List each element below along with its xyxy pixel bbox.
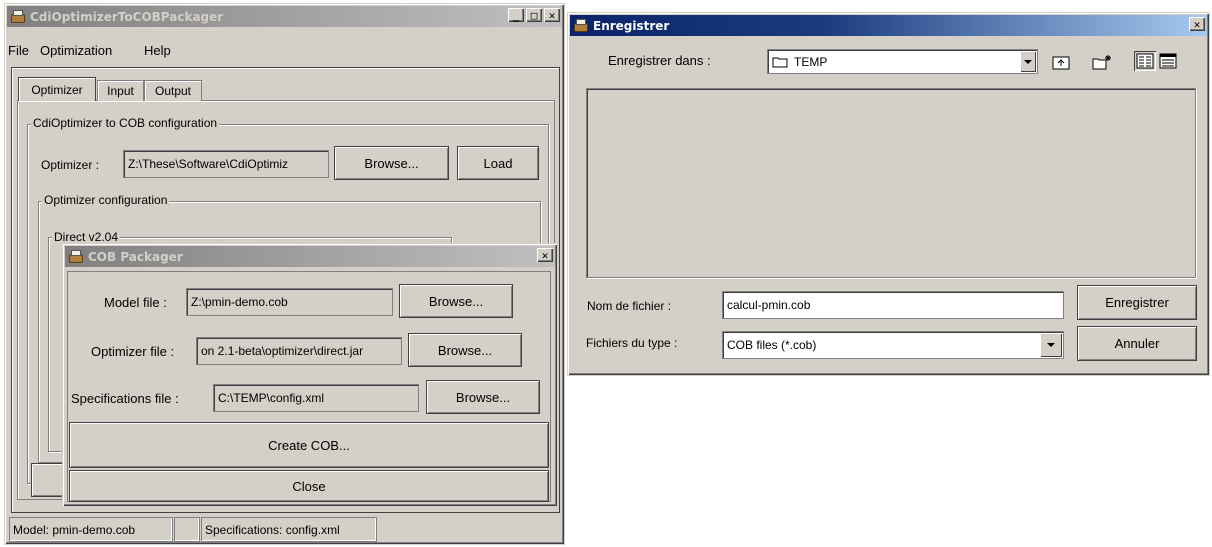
status-empty — [174, 517, 200, 542]
close-icon[interactable]: ✕ — [544, 8, 560, 22]
cob-titlebar[interactable]: COB Packager ✕ — [65, 246, 555, 267]
specifications-file-field[interactable]: C:\TEMP\config.xml — [213, 384, 419, 412]
save-button[interactable]: Enregistrer — [1077, 285, 1197, 320]
model-browse-button[interactable]: Browse... — [399, 284, 513, 318]
menu-file[interactable]: File — [8, 43, 29, 58]
filename-input[interactable]: calcul-pmin.cob — [722, 291, 1064, 319]
optimizer-browse-button[interactable]: Browse... — [334, 146, 449, 180]
java-coffee-icon — [68, 249, 84, 265]
specifications-file-label: Specifications file : — [71, 391, 179, 406]
main-titlebar[interactable]: CdiOptimizerToCOBPackager _ □ ✕ — [7, 6, 562, 27]
model-file-field[interactable]: Z:\pmin-demo.cob — [186, 288, 393, 316]
filetype-select[interactable]: COB files (*.cob) — [722, 331, 1064, 359]
minimize-icon[interactable]: _ — [508, 8, 524, 22]
create-cob-button[interactable]: Create COB... — [69, 422, 549, 468]
maximize-icon[interactable]: □ — [526, 8, 542, 22]
filetype-label: Fichiers du type : — [586, 336, 678, 350]
cancel-button[interactable]: Annuler — [1077, 326, 1197, 361]
optimizer-file-label: Optimizer file : — [91, 344, 175, 359]
chevron-down-icon[interactable] — [1040, 333, 1062, 357]
model-file-label: Model file : — [104, 295, 167, 310]
status-specifications: Specifications: config.xml — [201, 517, 377, 542]
file-list[interactable] — [586, 88, 1196, 278]
main-window-title: CdiOptimizerToCOBPackager — [30, 9, 224, 24]
details-view-icon[interactable] — [1157, 51, 1179, 71]
optimizer-file-browse-button[interactable]: Browse... — [408, 333, 522, 367]
filetype-value: COB files (*.cob) — [727, 338, 817, 352]
save-titlebar[interactable]: Enregistrer ✕ — [570, 15, 1207, 36]
tab-output[interactable]: Output — [144, 80, 202, 101]
specifications-browse-button[interactable]: Browse... — [426, 380, 540, 414]
close-icon[interactable]: ✕ — [537, 248, 553, 262]
save-dialog-title: Enregistrer — [593, 18, 670, 33]
direct-group-title: Direct v2.04 — [52, 230, 121, 244]
close-icon[interactable]: ✕ — [1189, 17, 1205, 31]
status-model: Model: pmin-demo.cob — [9, 517, 173, 542]
java-coffee-icon — [10, 9, 26, 25]
close-button[interactable]: Close — [69, 470, 549, 502]
optimizer-file-field[interactable]: on 2.1-beta\optimizer\direct.jar — [196, 337, 402, 365]
folder-icon — [772, 57, 788, 67]
filename-label: Nom de fichier : — [587, 299, 672, 313]
optimizer-config-title: Optimizer configuration — [42, 193, 170, 207]
new-folder-icon[interactable] — [1091, 52, 1113, 72]
save-in-label: Enregistrer dans : — [608, 53, 711, 68]
optimizer-load-button[interactable]: Load — [457, 146, 539, 180]
cob-packager-dialog: COB Packager ✕ Model file : Z:\pmin-demo… — [62, 243, 558, 507]
cob-config-group-title: CdiOptimizer to COB configuration — [31, 116, 220, 130]
java-coffee-icon — [573, 18, 589, 34]
list-view-icon[interactable] — [1134, 51, 1156, 71]
save-in-combo[interactable]: TEMP — [767, 49, 1038, 74]
menu-optimization[interactable]: Optimization — [40, 43, 112, 58]
menu-help[interactable]: Help — [144, 43, 171, 58]
save-in-value: TEMP — [794, 54, 828, 69]
optimizer-path-field[interactable]: Z:\These\Software\CdiOptimiz — [123, 150, 329, 178]
tab-input[interactable]: Input — [97, 80, 144, 101]
save-dialog: Enregistrer ✕ Enregistrer dans : TEMP No… — [567, 12, 1210, 376]
chevron-down-icon[interactable] — [1020, 51, 1036, 72]
cob-dialog-title: COB Packager — [88, 249, 183, 264]
up-folder-icon[interactable] — [1050, 52, 1072, 72]
tab-optimizer[interactable]: Optimizer — [18, 77, 96, 101]
optimizer-label: Optimizer : — [41, 158, 100, 172]
